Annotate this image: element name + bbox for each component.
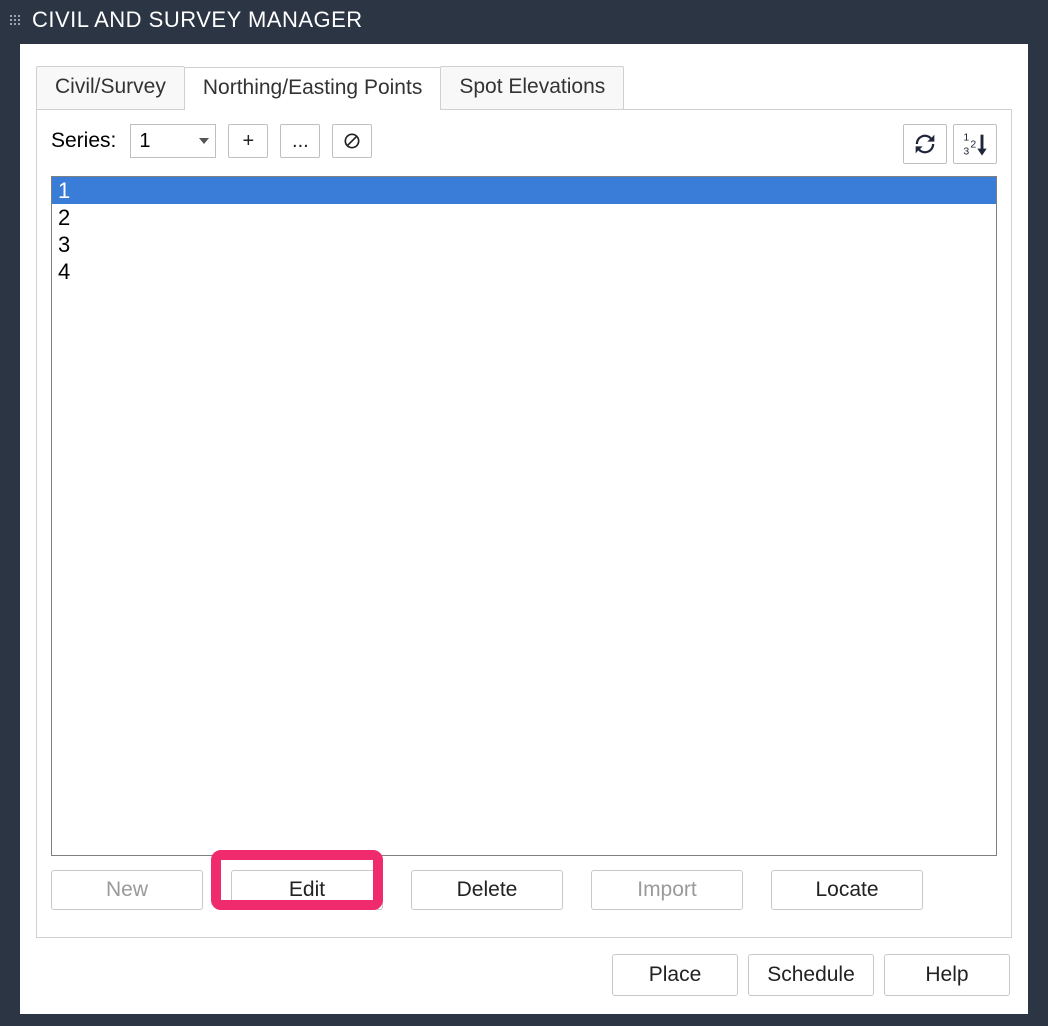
tab-northing-easting[interactable]: Northing/Easting Points	[184, 67, 441, 110]
schedule-button[interactable]: Schedule	[748, 954, 874, 996]
button-label: Edit	[289, 878, 325, 902]
tab-spot-elevations[interactable]: Spot Elevations	[440, 66, 624, 109]
button-label: Locate	[815, 878, 878, 902]
title-bar[interactable]: CIVIL AND SURVEY MANAGER	[0, 0, 1048, 40]
list-item[interactable]: 1	[52, 177, 996, 204]
svg-text:3: 3	[963, 146, 969, 158]
prohibit-icon	[342, 131, 362, 151]
more-series-button[interactable]: ...	[280, 124, 320, 158]
button-label: New	[106, 878, 148, 902]
main-panel: Civil/Survey Northing/Easting Points Spo…	[20, 44, 1028, 1014]
tab-strip: Civil/Survey Northing/Easting Points Spo…	[36, 54, 1012, 110]
tab-label: Spot Elevations	[459, 75, 605, 98]
list-item[interactable]: 3	[52, 231, 996, 258]
button-label: Schedule	[767, 963, 855, 987]
list-item[interactable]: 4	[52, 258, 996, 285]
svg-text:1: 1	[963, 132, 969, 144]
button-label: Delete	[457, 878, 518, 902]
button-label: Help	[925, 963, 968, 987]
sort-numeric-button[interactable]: 1 2 3	[953, 124, 997, 164]
add-series-button[interactable]: +	[228, 124, 268, 158]
tab-label: Northing/Easting Points	[203, 76, 422, 99]
clear-series-button[interactable]	[332, 124, 372, 158]
series-value: 1	[139, 130, 150, 153]
delete-button[interactable]: Delete	[411, 870, 563, 910]
grip-icon	[4, 9, 22, 31]
button-label: Place	[649, 963, 702, 987]
chevron-down-icon	[199, 138, 209, 144]
import-button[interactable]: Import	[591, 870, 743, 910]
list-toolbar: 1 2 3	[903, 124, 997, 164]
dialog-button-bar: Place Schedule Help	[612, 954, 1010, 996]
locate-button[interactable]: Locate	[771, 870, 923, 910]
svg-text:2: 2	[970, 139, 976, 151]
help-button[interactable]: Help	[884, 954, 1010, 996]
button-label: Import	[637, 878, 697, 902]
refresh-icon	[911, 130, 939, 158]
list-actions-row: New Edit Delete Import Locate	[51, 870, 997, 910]
plus-icon: +	[243, 130, 255, 153]
app-frame: CIVIL AND SURVEY MANAGER Civil/Survey No…	[0, 0, 1048, 1026]
place-button[interactable]: Place	[612, 954, 738, 996]
tab-content: Series: 1 + ...	[36, 110, 1012, 938]
sort-numeric-icon: 1 2 3	[961, 130, 989, 158]
ellipsis-icon: ...	[292, 130, 309, 153]
series-label: Series:	[51, 129, 116, 153]
tab-civil-survey[interactable]: Civil/Survey	[36, 66, 185, 109]
series-controls: Series: 1 + ...	[51, 124, 997, 158]
tab-label: Civil/Survey	[55, 75, 166, 98]
refresh-button[interactable]	[903, 124, 947, 164]
points-listbox[interactable]: 1234	[51, 176, 997, 856]
edit-button[interactable]: Edit	[231, 870, 383, 910]
list-item[interactable]: 2	[52, 204, 996, 231]
series-dropdown[interactable]: 1	[130, 124, 216, 158]
new-button[interactable]: New	[51, 870, 203, 910]
window-title: CIVIL AND SURVEY MANAGER	[32, 7, 363, 33]
